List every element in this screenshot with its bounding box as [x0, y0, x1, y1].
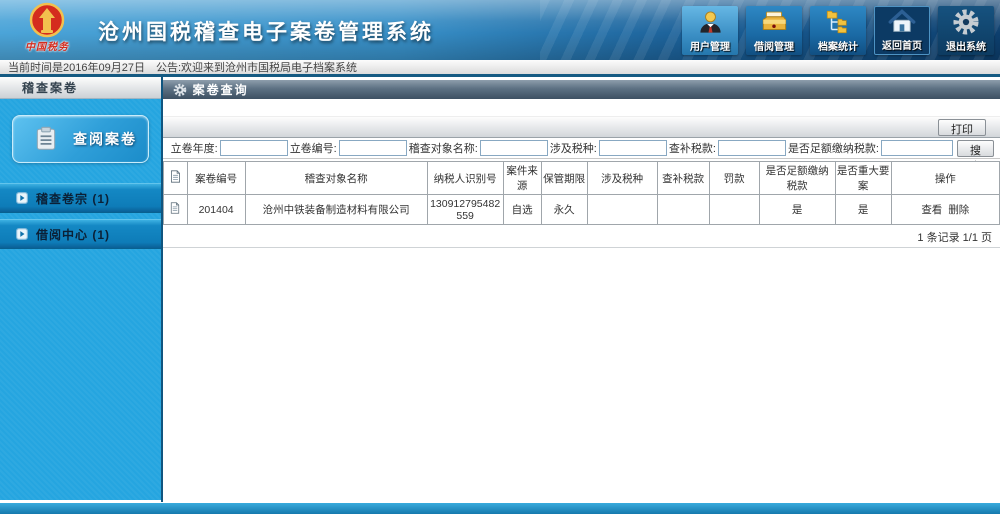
col-header-major-case[interactable]: 是否重大要案: [835, 162, 891, 195]
recovered-tax-input[interactable]: [718, 140, 786, 156]
cell-retention: 永久: [541, 195, 587, 225]
row-document-icon-cell: [163, 195, 187, 225]
col-header-actions[interactable]: 操作: [891, 162, 999, 195]
filter-label-filing-year: 立卷年度:: [171, 140, 218, 156]
folder-tree-icon: [824, 6, 852, 38]
col-header-tax-types[interactable]: 涉及税种: [587, 162, 657, 195]
cell-fine: [709, 195, 759, 225]
clipboard-icon: [33, 125, 59, 153]
document-icon: [169, 169, 182, 184]
tax-logo: 中国税务: [10, 2, 84, 53]
logo-text: 中国税务: [25, 38, 69, 53]
main-content: 案卷查询 打印 立卷年度: 立卷编号: 稽查对象名称: 涉及税种: 查补税款: …: [161, 77, 1000, 502]
filter-row: 立卷年度: 立卷编号: 稽查对象名称: 涉及税种: 查补税款: 是否足额缴纳税款…: [163, 138, 1000, 159]
nav-home-button[interactable]: 返回首页: [874, 6, 930, 55]
casefile-table: 案卷编号 稽查对象名称 纳税人识别号 案件来源 保管期限 涉及税种 查补税款 罚…: [163, 161, 1000, 225]
section-title: 案卷查询: [193, 81, 249, 98]
arrow-bullet-icon: [16, 228, 28, 240]
cell-major-case: 是: [835, 195, 891, 225]
header-left: 中国税务 沧州国税稽查电子案卷管理系统: [10, 2, 434, 53]
gear-icon: [952, 6, 980, 38]
archive-box-icon: [760, 6, 788, 38]
filter-label-paid-in-full: 是否足额缴纳税款:: [788, 140, 879, 156]
target-name-input[interactable]: [480, 140, 548, 156]
tax-emblem-icon: [29, 2, 65, 38]
section-bar: 案卷查询: [163, 80, 1000, 99]
col-header-fine[interactable]: 罚款: [709, 162, 759, 195]
app-header: 中国税务 沧州国税稽查电子案卷管理系统 用户管理: [0, 0, 1000, 60]
arrow-bullet-icon: [16, 192, 28, 204]
header-nav: 用户管理 借阅管理: [682, 6, 994, 55]
col-header-recovered-tax[interactable]: 查补税款: [657, 162, 709, 195]
col-header-case-source[interactable]: 案件来源: [503, 162, 541, 195]
view-casefiles-label: 查阅案卷: [73, 129, 137, 149]
home-icon: [888, 7, 916, 37]
nav-label: 档案统计: [818, 38, 858, 53]
paid-in-full-input[interactable]: [881, 140, 953, 156]
col-header-target-name[interactable]: 稽查对象名称: [245, 162, 427, 195]
nav-label: 借阅管理: [754, 38, 794, 53]
cell-target-name: 沧州中铁装备制造材料有限公司: [245, 195, 427, 225]
sidebar-item-borrow-center[interactable]: 借阅中心 (1): [0, 219, 161, 249]
cell-taxpayer-id: 130912795482559: [427, 195, 503, 225]
sidebar-item-label: 稽查卷宗 (1): [36, 190, 110, 207]
nav-borrow-management-button[interactable]: 借阅管理: [746, 6, 802, 55]
tax-types-input[interactable]: [599, 140, 667, 156]
col-header-taxpayer-id[interactable]: 纳税人识别号: [427, 162, 503, 195]
view-link[interactable]: 查看: [918, 204, 945, 216]
cell-case-no: 201404: [187, 195, 245, 225]
sidebar: 稽查案卷 查阅案卷 稽查卷宗 (1): [0, 77, 161, 502]
notice-bar: 当前时间是2016年09月27日 公告:欢迎来到沧州市国税局电子档案系统: [0, 60, 1000, 77]
gear-icon: [173, 83, 187, 97]
filing-year-input[interactable]: [220, 140, 288, 156]
filing-number-input[interactable]: [339, 140, 407, 156]
document-icon: [169, 201, 181, 215]
sidebar-item-label: 借阅中心 (1): [36, 226, 110, 243]
cell-case-source: 自选: [503, 195, 541, 225]
cell-paid-in-full: 是: [759, 195, 835, 225]
nav-label: 用户管理: [690, 38, 730, 53]
user-icon: [697, 6, 724, 38]
search-button[interactable]: 搜索: [957, 140, 994, 157]
col-header-retention[interactable]: 保管期限: [541, 162, 587, 195]
cell-actions: 查看删除: [891, 195, 999, 225]
sidebar-header: 稽查案卷: [0, 77, 161, 99]
nav-archive-statistics-button[interactable]: 档案统计: [810, 6, 866, 55]
footer-bar: [0, 502, 1000, 514]
filter-label-recovered-tax: 查补税款:: [669, 140, 716, 156]
filter-label-filing-number: 立卷编号:: [290, 140, 337, 156]
cell-tax-types: [587, 195, 657, 225]
nav-user-management-button[interactable]: 用户管理: [682, 6, 738, 55]
body-row: 稽查案卷 查阅案卷 稽查卷宗 (1): [0, 77, 1000, 502]
filter-label-tax-types: 涉及税种:: [550, 140, 597, 156]
table-header-row: 案卷编号 稽查对象名称 纳税人识别号 案件来源 保管期限 涉及税种 查补税款 罚…: [163, 162, 999, 195]
nav-label: 退出系统: [946, 38, 986, 53]
filter-label-target-name: 稽查对象名称:: [409, 140, 478, 156]
nav-exit-system-button[interactable]: 退出系统: [938, 6, 994, 55]
spacer: [163, 99, 1000, 116]
document-icon-header: [163, 162, 187, 195]
col-header-paid-in-full[interactable]: 是否足额缴纳税款: [759, 162, 835, 195]
cell-recovered-tax: [657, 195, 709, 225]
col-header-case-no[interactable]: 案卷编号: [187, 162, 245, 195]
app-title: 沧州国税稽查电子案卷管理系统: [98, 16, 434, 46]
table-row: 201404 沧州中铁装备制造材料有限公司 130912795482559 自选…: [163, 195, 999, 225]
sidebar-item-inspection-dossiers[interactable]: 稽查卷宗 (1): [0, 183, 161, 213]
toolbar: 打印: [163, 116, 1000, 138]
delete-link[interactable]: 删除: [945, 204, 972, 216]
pagination: 1 条记录 1/1 页: [163, 225, 1000, 248]
nav-label: 返回首页: [882, 37, 922, 52]
print-button[interactable]: 打印: [938, 119, 986, 136]
view-casefiles-button[interactable]: 查阅案卷: [12, 115, 149, 163]
